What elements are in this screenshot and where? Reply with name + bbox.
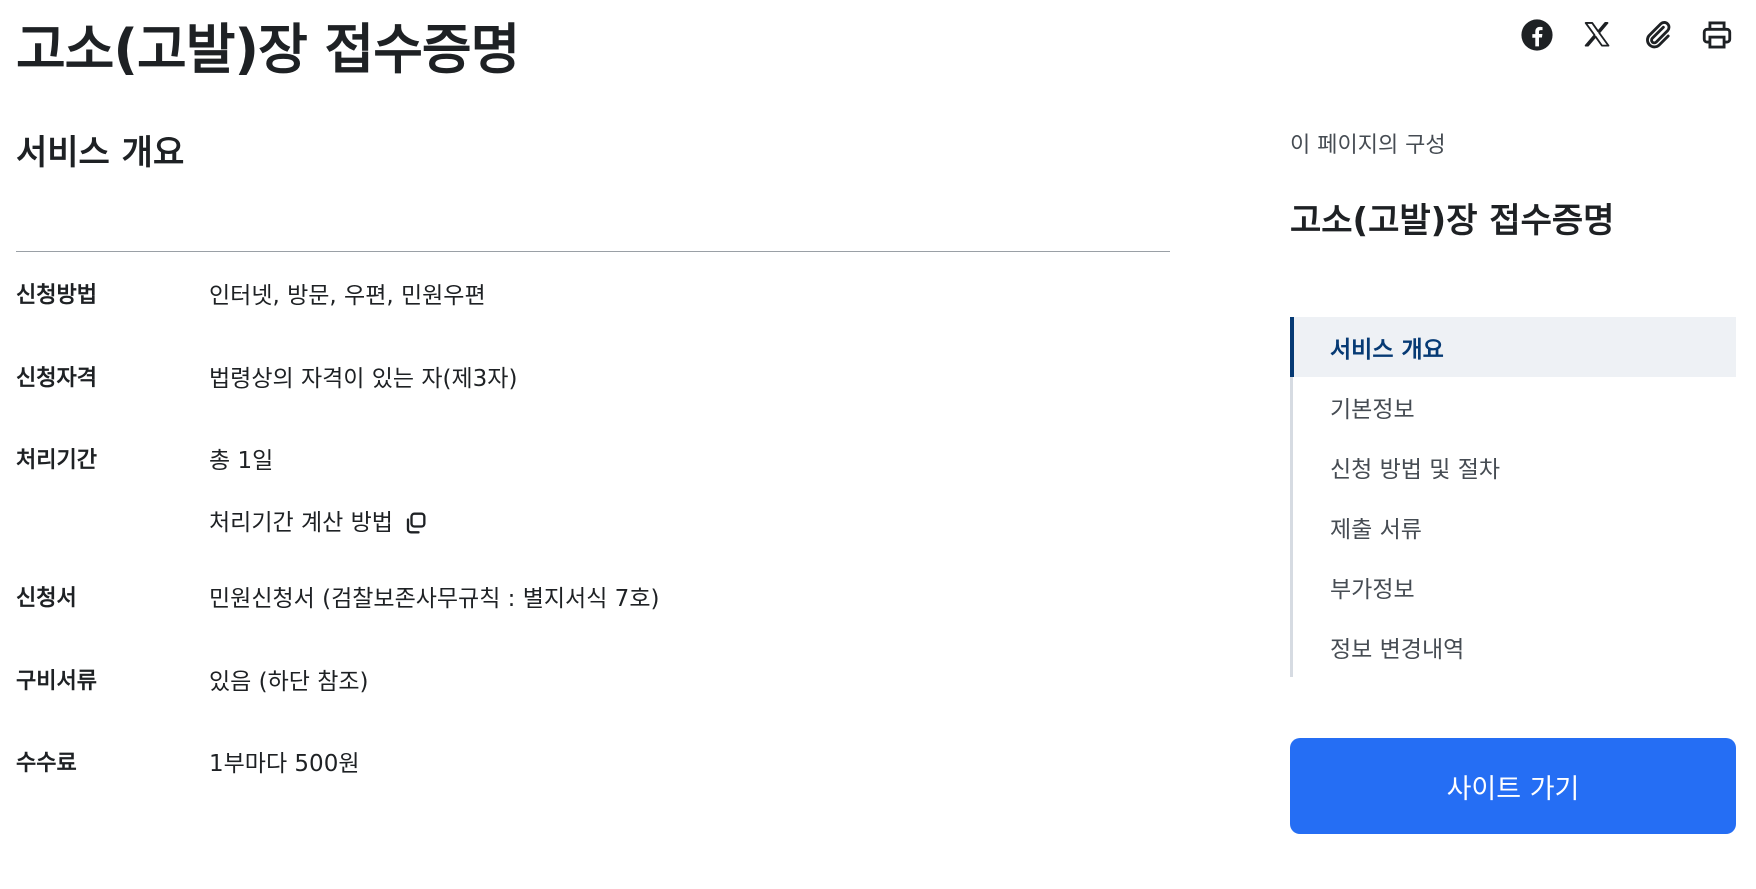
go-to-site-button[interactable]: 사이트 가기 xyxy=(1290,738,1736,834)
toc-item-application-procedure[interactable]: 신청 방법 및 절차 xyxy=(1293,437,1736,497)
toc-item-submission-docs[interactable]: 제출 서류 xyxy=(1293,497,1736,557)
info-label: 수수료 xyxy=(16,751,77,776)
print-button[interactable] xyxy=(1698,18,1736,56)
info-label: 신청방법 xyxy=(16,283,97,308)
info-value: 법령상의 자격이 있는 자(제3자) xyxy=(209,366,518,392)
processing-period-calc-label: 처리기간 계산 방법 xyxy=(209,510,393,536)
info-label: 처리기간 xyxy=(16,448,97,473)
copy-link-button[interactable] xyxy=(1638,18,1676,56)
info-value: 인터넷, 방문, 우편, 민원우편 xyxy=(209,283,486,309)
toc-title: 고소(고발)장 접수증명 xyxy=(1290,201,1615,241)
x-share-button[interactable] xyxy=(1578,18,1616,56)
share-toolbar xyxy=(1518,18,1736,56)
main-content: 서비스 개요 신청방법 인터넷, 방문, 우편, 민원우편 신청자격 법령상의 … xyxy=(16,130,1170,777)
info-value: 총 1일 xyxy=(209,448,274,474)
section-title: 서비스 개요 xyxy=(16,133,185,173)
table-of-contents: 서비스 개요 기본정보 신청 방법 및 절차 제출 서류 부가정보 정보 변경내… xyxy=(1290,317,1736,677)
page-title: 고소(고발)장 접수증명 xyxy=(16,18,520,81)
facebook-share-button[interactable] xyxy=(1518,18,1556,56)
link-icon xyxy=(1640,18,1674,56)
info-value: 민원신청서 (검찰보존사무규칙 : 별지서식 7호) xyxy=(209,586,660,612)
toc-item-service-overview[interactable]: 서비스 개요 xyxy=(1290,317,1736,377)
info-label: 신청서 xyxy=(16,586,77,611)
info-value: 있음 (하단 참조) xyxy=(209,669,369,695)
facebook-icon xyxy=(1520,18,1554,56)
info-label: 신청자격 xyxy=(16,366,97,391)
info-value: 1부마다 500원 xyxy=(209,751,360,777)
toc-item-basic-info[interactable]: 기본정보 xyxy=(1293,377,1736,437)
page-structure-sidebar: 이 페이지의 구성 고소(고발)장 접수증명 서비스 개요 기본정보 신청 방법… xyxy=(1290,130,1736,834)
copy-icon xyxy=(401,509,429,537)
toc-item-additional-info[interactable]: 부가정보 xyxy=(1293,557,1736,617)
toc-caption: 이 페이지의 구성 xyxy=(1290,133,1446,158)
print-icon xyxy=(1700,18,1734,56)
info-label: 구비서류 xyxy=(16,669,97,694)
section-divider xyxy=(16,251,1170,252)
processing-period-calc-link[interactable]: 처리기간 계산 방법 xyxy=(209,507,429,539)
toc-item-change-history[interactable]: 정보 변경내역 xyxy=(1293,617,1736,677)
x-icon xyxy=(1580,18,1614,56)
